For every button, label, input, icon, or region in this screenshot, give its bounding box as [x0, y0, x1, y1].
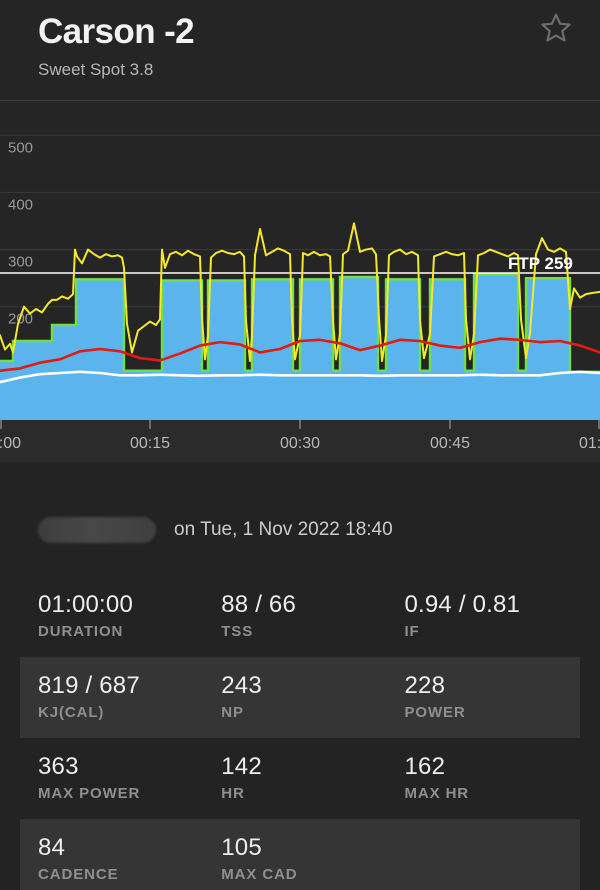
stat-value: 105	[221, 834, 262, 861]
activity-datetime: on Tue, 1 Nov 2022 18:40	[174, 519, 393, 540]
chart-canvas: 500400300200FTP 259	[0, 101, 600, 420]
stat-row: 363 MAX POWER 142 HR 162 MAX HR	[20, 738, 580, 819]
stat-cell-tss: 88 / 66 TSS	[221, 591, 404, 642]
x-axis-tick-label: 00:00	[0, 435, 21, 452]
x-axis-tick-label: 00:30	[280, 435, 320, 452]
stat-cell-max-power: 363 MAX POWER	[38, 753, 221, 804]
stat-value: 01:00:00	[38, 591, 134, 618]
y-axis-tick-label: 300	[8, 254, 33, 271]
stat-cell-hr: 142 HR	[221, 753, 404, 804]
x-axis-tick-label: 00:45	[430, 435, 470, 452]
stat-label: HR	[221, 785, 245, 802]
stat-cell-duration: 01:00:00 DURATION	[38, 591, 221, 642]
stat-row: 819 / 687 KJ(CAL) 243 NP 228 POWER	[20, 657, 580, 738]
stat-label: IF	[404, 623, 420, 640]
stat-label: POWER	[404, 704, 466, 721]
stat-value: 363	[38, 753, 79, 780]
page-title: Carson -2	[38, 12, 195, 51]
x-axis-tick-label: 00:15	[130, 435, 170, 452]
stat-row: 84 CADENCE 105 MAX CAD	[20, 819, 580, 890]
workout-chart[interactable]: 500 400 300 200 FTP 259	[0, 100, 600, 420]
chart-x-axis: 00:00 00:15 00:30 00:45 01:00	[0, 420, 600, 462]
stat-value: 228	[404, 672, 446, 699]
stat-cell-if: 0.94 / 0.81 IF	[404, 591, 580, 642]
stat-value: 142	[221, 753, 262, 780]
stat-cell-power: 228 POWER	[404, 672, 580, 723]
stat-value: 84	[38, 834, 66, 861]
ftp-annotation-label: FTP 259	[508, 254, 573, 273]
stat-cell-kj-cal: 819 / 687 KJ(CAL)	[38, 672, 221, 723]
stat-label: DURATION	[38, 623, 124, 640]
stat-value: 0.94 / 0.81	[404, 591, 521, 618]
activity-meta-row: on Tue, 1 Nov 2022 18:40	[0, 502, 600, 558]
stat-value: 88 / 66	[221, 591, 297, 618]
header: Carson -2 Sweet Spot 3.8	[0, 0, 600, 100]
stat-cell-max-cad: 105 MAX CAD	[221, 834, 404, 885]
stat-cell-cadence: 84 CADENCE	[38, 834, 221, 885]
stat-label: NP	[221, 704, 244, 721]
y-axis-tick-label: 400	[8, 196, 33, 213]
summary-section: on Tue, 1 Nov 2022 18:40 01:00:00 DURATIO…	[0, 502, 600, 890]
stat-value: 819 / 687	[38, 672, 140, 699]
stat-cell-max-hr: 162 MAX HR	[404, 753, 580, 804]
stat-label: MAX HR	[404, 785, 470, 802]
stat-label: CADENCE	[38, 866, 119, 883]
workout-subtitle: Sweet Spot 3.8	[38, 60, 154, 79]
stat-value: 243	[221, 672, 262, 699]
favorite-star-button[interactable]	[534, 8, 578, 52]
username-redacted	[38, 517, 156, 543]
stat-label: TSS	[221, 623, 254, 640]
stat-value: 162	[404, 753, 446, 780]
stat-label: KJ(CAL)	[38, 704, 105, 721]
stat-label: MAX CAD	[221, 866, 298, 883]
cadence-area	[0, 371, 600, 420]
x-axis-tick-label: 01:00	[579, 435, 600, 452]
stat-cell-np: 243 NP	[221, 672, 404, 723]
y-axis-tick-label: 500	[8, 139, 33, 156]
stats-grid: 01:00:00 DURATION 88 / 66 TSS 0.94 / 0.81 IF 8…	[0, 576, 600, 890]
star-outline-icon	[539, 11, 573, 50]
stat-label: MAX POWER	[38, 785, 141, 802]
stat-row: 01:00:00 DURATION 88 / 66 TSS 0.94 / 0.81 IF	[20, 576, 580, 657]
workout-detail-screen: Carson -2 Sweet Spot 3.8 500 400 300 200 FTP…	[0, 0, 600, 890]
